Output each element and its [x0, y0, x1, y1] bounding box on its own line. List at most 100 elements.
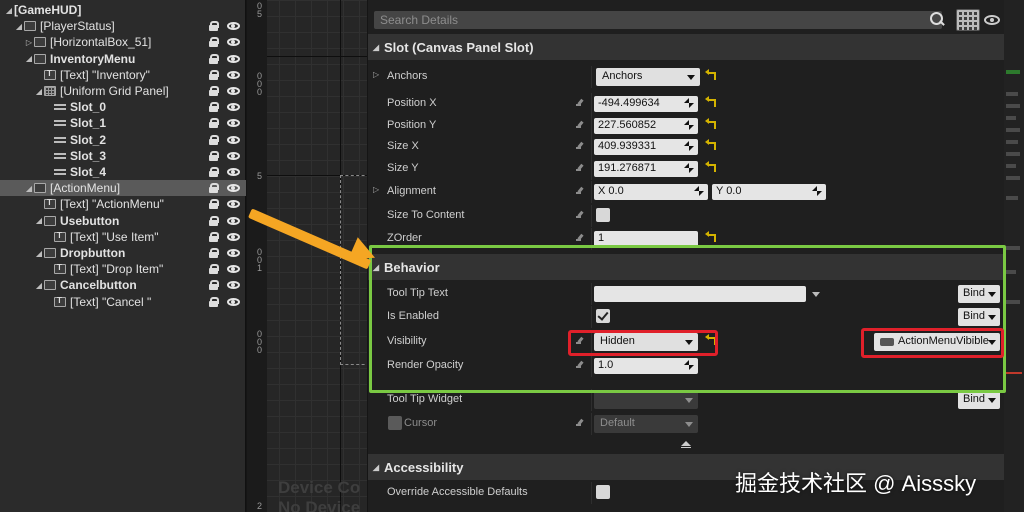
- lock-icon[interactable]: [209, 21, 219, 32]
- tree-row[interactable]: ◢ Dropbutton: [0, 245, 246, 261]
- visibility-eye-icon[interactable]: [227, 168, 240, 176]
- position-x-field[interactable]: -494.499634: [594, 96, 698, 112]
- spin-arrows-icon[interactable]: [694, 186, 704, 196]
- slot-section-header[interactable]: ◢ Slot (Canvas Panel Slot): [368, 34, 1004, 60]
- show-advanced-icon[interactable]: [680, 441, 692, 449]
- visibility-eye-icon[interactable]: [227, 151, 240, 160]
- tree-row[interactable]: [Text] "Use Item": [0, 229, 246, 245]
- view-options-icon[interactable]: [956, 9, 980, 31]
- pin-icon[interactable]: [576, 419, 584, 427]
- spin-arrows-icon[interactable]: [684, 163, 694, 173]
- tree-row[interactable]: Slot_2: [0, 132, 246, 148]
- alignment-x-field[interactable]: X 0.0: [594, 184, 708, 200]
- lock-icon[interactable]: [209, 53, 219, 64]
- anchors-dropdown[interactable]: Anchors: [596, 68, 700, 86]
- lock-icon[interactable]: [209, 215, 219, 226]
- tree-row[interactable]: ◢ Cancelbutton: [0, 277, 246, 293]
- override-accessible-checkbox[interactable]: [596, 485, 610, 499]
- visibility-eye-icon[interactable]: [227, 135, 240, 144]
- tree-row[interactable]: Slot_1: [0, 115, 246, 131]
- tree-row[interactable]: [Text] "Inventory": [0, 67, 246, 83]
- visibility-eye-icon[interactable]: [227, 232, 240, 241]
- lock-icon[interactable]: [209, 183, 219, 194]
- search-details-input[interactable]: Search Details: [374, 11, 942, 29]
- pin-icon[interactable]: [576, 121, 584, 129]
- visibility-eye-icon[interactable]: [227, 216, 240, 225]
- position-y-field[interactable]: 227.560852: [594, 118, 698, 134]
- pin-icon[interactable]: [576, 99, 584, 107]
- expand-arrow-icon[interactable]: ◢: [34, 216, 44, 225]
- expand-arrow-icon[interactable]: ◢: [4, 6, 14, 15]
- cursor-dropdown[interactable]: Default: [594, 415, 698, 433]
- visibility-eye-icon[interactable]: [227, 54, 240, 63]
- expand-arrow-icon[interactable]: ▷: [24, 38, 34, 47]
- eye-icon[interactable]: [984, 15, 1000, 25]
- reset-to-default-icon[interactable]: [705, 69, 716, 80]
- expand-arrow-icon[interactable]: ◢: [14, 22, 24, 31]
- size-to-content-checkbox[interactable]: [596, 208, 610, 222]
- lock-icon[interactable]: [209, 167, 219, 177]
- cursor-override-checkbox[interactable]: [388, 416, 402, 430]
- visibility-eye-icon[interactable]: [227, 200, 240, 209]
- reset-to-default-icon[interactable]: [705, 118, 716, 129]
- tree-row[interactable]: ◢ [ActionMenu]: [0, 180, 246, 197]
- tree-row[interactable]: ◢ [PlayerStatus]: [0, 18, 246, 34]
- reset-to-default-icon[interactable]: [705, 231, 716, 242]
- tree-row[interactable]: [Text] "Cancel ": [0, 294, 246, 310]
- visibility-eye-icon[interactable]: [227, 38, 240, 47]
- pin-icon[interactable]: [576, 234, 584, 242]
- spin-arrows-icon[interactable]: [684, 120, 694, 130]
- lock-icon[interactable]: [209, 248, 219, 258]
- reset-to-default-icon[interactable]: [705, 139, 716, 150]
- tree-row[interactable]: ◢ [Uniform Grid Panel]: [0, 83, 246, 99]
- visibility-eye-icon[interactable]: [227, 103, 240, 112]
- visibility-eye-icon[interactable]: [227, 297, 240, 306]
- visibility-eye-icon[interactable]: [227, 87, 240, 95]
- tree-row[interactable]: ◢ [GameHUD]: [0, 2, 246, 18]
- tree-row[interactable]: ◢ InventoryMenu: [0, 51, 246, 67]
- expand-arrow-icon[interactable]: ◢: [34, 87, 44, 96]
- visibility-eye-icon[interactable]: [227, 281, 240, 290]
- visibility-eye-icon[interactable]: [227, 70, 240, 79]
- lock-icon[interactable]: [209, 231, 219, 242]
- reset-to-default-icon[interactable]: [705, 161, 716, 172]
- size-y-field[interactable]: 191.276871: [594, 161, 698, 177]
- expand-arrow-icon[interactable]: ◢: [24, 54, 34, 63]
- visibility-eye-icon[interactable]: [227, 265, 240, 274]
- expand-arrow-icon[interactable]: ◢: [34, 249, 44, 258]
- lock-icon[interactable]: [209, 102, 219, 113]
- search-icon[interactable]: [928, 11, 946, 29]
- visibility-eye-icon[interactable]: [227, 119, 240, 128]
- tree-row[interactable]: ◢ Usebutton: [0, 213, 246, 229]
- visibility-eye-icon[interactable]: [227, 22, 240, 31]
- lock-icon[interactable]: [209, 86, 219, 96]
- lock-icon[interactable]: [209, 69, 219, 80]
- alignment-label[interactable]: Alignment: [373, 185, 436, 197]
- pin-icon[interactable]: [576, 211, 584, 219]
- visibility-eye-icon[interactable]: [227, 184, 240, 193]
- pin-icon[interactable]: [576, 142, 584, 150]
- lock-icon[interactable]: [209, 264, 219, 275]
- tooltip-widget-dropdown[interactable]: [594, 391, 698, 409]
- pin-icon[interactable]: [576, 187, 584, 195]
- tree-row[interactable]: ▷ [HorizontalBox_51]: [0, 34, 246, 50]
- anchors-label[interactable]: Anchors: [373, 70, 427, 82]
- lock-icon[interactable]: [209, 199, 219, 210]
- tree-row[interactable]: [Text] "Drop Item": [0, 261, 246, 277]
- reset-to-default-icon[interactable]: [705, 96, 716, 107]
- spin-arrows-icon[interactable]: [684, 141, 694, 151]
- tree-row[interactable]: [Text] "ActionMenu": [0, 196, 246, 212]
- tree-row[interactable]: Slot_4: [0, 164, 246, 180]
- expand-arrow-icon[interactable]: ◢: [24, 184, 34, 193]
- lock-icon[interactable]: [209, 134, 219, 145]
- tree-row[interactable]: Slot_0: [0, 99, 246, 115]
- expand-arrow-icon[interactable]: ◢: [34, 281, 44, 290]
- bind-button[interactable]: Bind: [958, 391, 1000, 409]
- size-x-field[interactable]: 409.939331: [594, 139, 698, 155]
- visibility-eye-icon[interactable]: [227, 249, 240, 257]
- spin-arrows-icon[interactable]: [684, 98, 694, 108]
- spin-arrows-icon[interactable]: [812, 186, 822, 196]
- pin-icon[interactable]: [576, 164, 584, 172]
- lock-icon[interactable]: [209, 118, 219, 129]
- lock-icon[interactable]: [209, 150, 219, 161]
